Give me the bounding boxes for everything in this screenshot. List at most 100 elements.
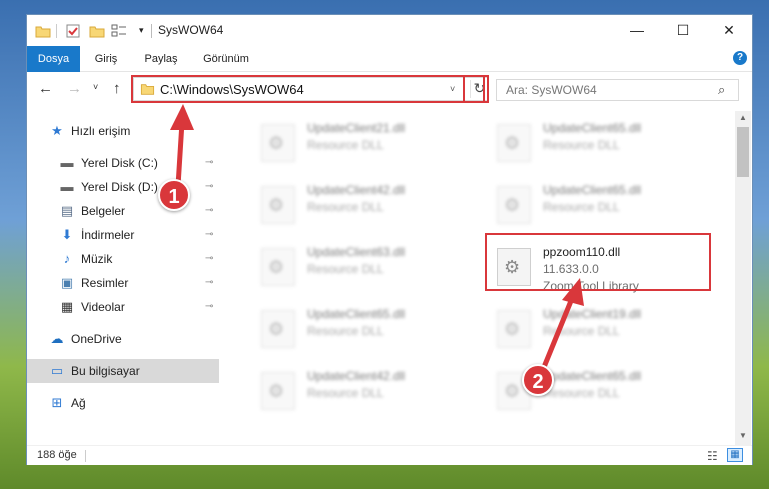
tab-view[interactable]: Görünüm xyxy=(197,46,255,72)
file-name: UpdateClient65.dll xyxy=(307,307,406,321)
toolbar-separator xyxy=(56,24,57,38)
status-separator xyxy=(85,450,86,462)
view-options-icon[interactable] xyxy=(111,23,127,39)
sidebar-item-label: Müzik xyxy=(81,252,113,266)
pin-icon[interactable]: ⊸ xyxy=(205,253,213,264)
sidebar-item-label: Ağ xyxy=(71,396,86,410)
gear-icon: ⚙ xyxy=(268,319,285,339)
file-item[interactable]: ⚙ UpdateClient65.dll Resource DLL xyxy=(485,117,715,175)
file-item[interactable]: ⚙ UpdateClient65.dll Resource DLL xyxy=(485,365,715,423)
sidebar-item-label: OneDrive xyxy=(71,332,122,346)
minimize-button[interactable]: — xyxy=(614,15,660,46)
file-highlight-box xyxy=(485,233,711,291)
sidebar-item-label: Bu bilgisayar xyxy=(71,364,140,378)
pin-icon[interactable]: ⊸ xyxy=(205,181,213,192)
gear-icon: ⚙ xyxy=(268,195,285,215)
file-item[interactable]: ⚙ UpdateClient21.dll Resource DLL xyxy=(249,117,479,175)
file-item[interactable]: ⚙ UpdateClient65.dll Resource DLL xyxy=(249,303,479,361)
file-description: Resource DLL xyxy=(543,324,620,338)
sidebar-item-label: Hızlı erişim xyxy=(71,124,131,138)
sidebar-item[interactable]: ▬ Yerel Disk (D:) ⊸ xyxy=(27,175,219,199)
sidebar-item-label: Yerel Disk (D:) xyxy=(81,180,158,194)
file-item[interactable]: ⚙ UpdateClient42.dll Resource DLL xyxy=(249,365,479,423)
new-folder-icon[interactable] xyxy=(89,23,105,39)
gear-icon: ⚙ xyxy=(504,319,521,339)
close-button[interactable]: ✕ xyxy=(706,15,752,46)
customize-toolbar-chevron-icon[interactable]: ▾ xyxy=(139,25,155,41)
pin-icon[interactable]: ⊸ xyxy=(205,229,213,240)
file-description: Resource DLL xyxy=(543,386,620,400)
sidebar-item[interactable]: ☁ OneDrive xyxy=(27,327,219,351)
file-item[interactable]: ⚙ UpdateClient65.dll Resource DLL xyxy=(485,179,715,237)
step-marker-1: 1 xyxy=(158,179,190,211)
drive-icon: ▬ xyxy=(60,179,74,194)
properties-check-icon[interactable] xyxy=(65,23,81,39)
music-icon: ♪ xyxy=(63,251,71,266)
search-input[interactable]: Ara: SysWOW64 ⌕ xyxy=(496,79,739,101)
navigation-bar: ← → ˅ ↑ C:\Windows\SysWOW64 ˅ ↻ Ara: Sys… xyxy=(27,73,752,107)
ribbon-tabs: Dosya Giriş Paylaş Görünüm ? xyxy=(27,46,752,72)
gear-icon: ⚙ xyxy=(504,195,521,215)
file-name: UpdateClient21.dll xyxy=(307,121,406,135)
video-icon: ▦ xyxy=(60,299,74,314)
item-count: 188 öğe xyxy=(37,449,77,461)
pin-icon[interactable]: ⊸ xyxy=(205,301,213,312)
vertical-scrollbar[interactable]: ▲ ▼ xyxy=(735,111,751,445)
search-icon[interactable]: ⌕ xyxy=(718,82,725,98)
up-button[interactable]: ↑ xyxy=(113,80,121,97)
recent-locations-chevron-icon[interactable]: ˅ xyxy=(93,82,98,92)
search-placeholder: Ara: SysWOW64 xyxy=(506,83,597,97)
help-icon[interactable]: ? xyxy=(733,51,747,65)
sidebar-item[interactable]: ▣ Resimler ⊸ xyxy=(27,271,219,295)
address-highlight-box xyxy=(131,75,485,103)
sidebar-item[interactable]: ♪ Müzik ⊸ xyxy=(27,247,219,271)
file-item[interactable]: ⚙ UpdateClient63.dll Resource DLL xyxy=(249,241,479,299)
sidebar-item[interactable]: ▭ Bu bilgisayar xyxy=(27,359,219,383)
scrollbar-thumb[interactable] xyxy=(737,127,749,177)
maximize-button[interactable]: ☐ xyxy=(660,15,706,46)
scroll-up-chevron-icon[interactable]: ▲ xyxy=(739,113,747,122)
title-separator xyxy=(151,24,152,38)
sidebar-item-label: Belgeler xyxy=(81,204,126,218)
document-icon: ▤ xyxy=(60,203,74,218)
file-list: ⚙ UpdateClient21.dll Resource DLL ⚙ UpdateCl… xyxy=(223,111,733,445)
back-button[interactable]: ← xyxy=(38,80,53,97)
file-description: Resource DLL xyxy=(307,200,384,214)
file-item[interactable]: ⚙ UpdateClient42.dll Resource DLL xyxy=(249,179,479,237)
sidebar-item[interactable]: ⬇ İndirmeler ⊸ xyxy=(27,223,219,247)
sidebar-item[interactable]: ▤ Belgeler ⊸ xyxy=(27,199,219,223)
file-name: UpdateClient65.dll xyxy=(543,121,642,135)
folder-icon[interactable] xyxy=(35,23,51,39)
tab-file[interactable]: Dosya xyxy=(27,46,80,72)
sidebar-item[interactable]: ⊞ Ağ xyxy=(27,391,219,415)
scroll-down-chevron-icon[interactable]: ▼ xyxy=(739,431,747,440)
file-name: UpdateClient19.dll xyxy=(543,307,642,321)
sidebar-item[interactable]: ★ Hızlı erişim xyxy=(27,119,219,143)
pin-icon[interactable]: ⊸ xyxy=(205,157,213,168)
details-view-icon[interactable]: ☷ xyxy=(707,449,718,463)
file-name: UpdateClient63.dll xyxy=(307,245,406,259)
file-description: Resource DLL xyxy=(307,386,384,400)
pin-icon[interactable]: ⊸ xyxy=(205,277,213,288)
tiles-view-icon[interactable]: ▦ xyxy=(727,448,743,462)
gear-icon: ⚙ xyxy=(268,133,285,153)
tab-home[interactable]: Giriş xyxy=(86,46,126,72)
file-description: Resource DLL xyxy=(307,324,384,338)
network-icon: ⊞ xyxy=(51,395,63,410)
download-icon: ⬇ xyxy=(61,227,73,242)
dll-file-icon: ⚙ xyxy=(497,186,531,224)
picture-icon: ▣ xyxy=(60,275,74,290)
pin-icon[interactable]: ⊸ xyxy=(205,205,213,216)
gear-icon: ⚙ xyxy=(268,381,285,401)
dll-file-icon: ⚙ xyxy=(497,124,531,162)
forward-button[interactable]: → xyxy=(67,80,82,97)
file-item[interactable]: ⚙ UpdateClient19.dll Resource DLL xyxy=(485,303,715,361)
step-marker-2: 2 xyxy=(522,364,554,396)
sidebar-item[interactable]: ▦ Videolar ⊸ xyxy=(27,295,219,319)
sidebar-item-label: İndirmeler xyxy=(81,228,135,242)
gear-icon: ⚙ xyxy=(268,257,285,277)
cloud-icon: ☁ xyxy=(50,331,64,346)
tab-share[interactable]: Paylaş xyxy=(137,46,185,72)
computer-icon: ▭ xyxy=(50,363,64,378)
sidebar-item[interactable]: ▬ Yerel Disk (C:) ⊸ xyxy=(27,151,219,175)
